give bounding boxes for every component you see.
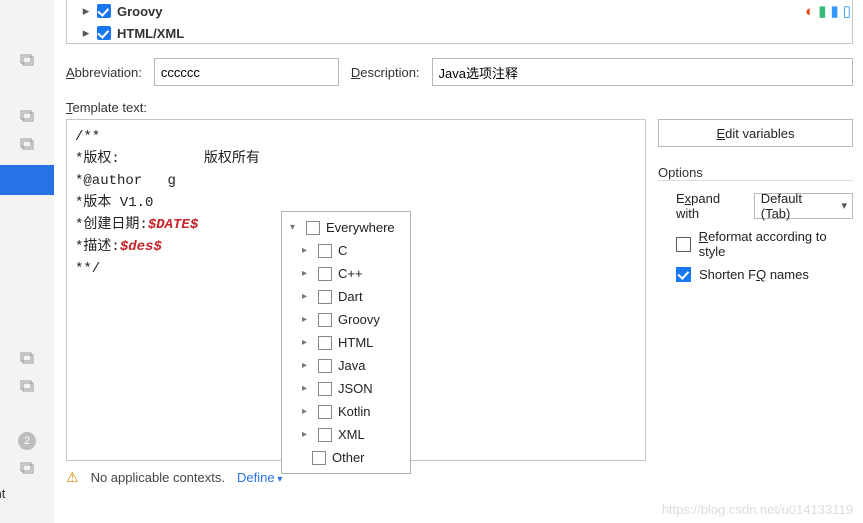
reformat-label: Reformat according to style — [699, 229, 853, 259]
ctx-label: Java — [338, 358, 365, 373]
tree-label: HTML/XML — [117, 26, 184, 41]
checkbox[interactable] — [318, 267, 332, 281]
rail-counter: 2 — [18, 432, 36, 450]
warning-icon: ⚠ — [66, 469, 79, 486]
icon-green[interactable]: ▮ — [818, 2, 826, 20]
abbrev-input[interactable] — [154, 58, 339, 86]
chevron-down-icon[interactable]: ▾ — [290, 222, 300, 233]
checkbox[interactable] — [318, 428, 332, 442]
checkbox[interactable] — [318, 244, 332, 258]
icon-red[interactable]: ◐ — [805, 3, 814, 20]
ctx-item-c[interactable]: ▸ C — [282, 239, 410, 262]
checkbox[interactable] — [306, 221, 320, 235]
context-popup[interactable]: ▾ Everywhere ▸ C ▸ C++ — [281, 211, 411, 474]
abbrev-label: Abbreviation: — [66, 65, 142, 80]
ctx-item-json[interactable]: ▸ JSON — [282, 377, 410, 400]
icon-blue[interactable]: ▮ — [830, 2, 838, 20]
chevron-right-icon[interactable]: ▸ — [302, 429, 312, 440]
ctx-label: Dart — [338, 289, 363, 304]
ctx-label: HTML — [338, 335, 373, 350]
ctx-label: C++ — [338, 266, 363, 281]
top-toolbar-icons: ◐ ▮ ▮ ▯ — [805, 0, 851, 22]
desc-label: Description: — [351, 65, 420, 80]
checkbox[interactable] — [318, 336, 332, 350]
define-link[interactable]: Define — [237, 470, 282, 485]
checkbox[interactable] — [312, 451, 326, 465]
chevron-right-icon[interactable]: ▸ — [302, 383, 312, 394]
chevron-right-icon[interactable]: ▸ — [302, 406, 312, 417]
ctx-item-everywhere[interactable]: ▾ Everywhere — [282, 216, 410, 239]
main-panel: ▸ Groovy ▸ HTML/XML ◐ ▮ ▮ ▯ Abbreviation… — [54, 0, 863, 523]
chevron-right-icon[interactable]: ▸ — [302, 245, 312, 256]
template-text-label: Template text: — [66, 100, 853, 115]
tree-label: Groovy — [117, 4, 163, 19]
ctx-label: Everywhere — [326, 220, 395, 235]
watermark: https://blog.csdn.net/u014133119 — [662, 502, 853, 517]
checkbox[interactable] — [318, 313, 332, 327]
stack-icon — [19, 52, 35, 68]
chevron-right-icon[interactable]: ▸ — [302, 360, 312, 371]
ctx-item-other[interactable]: Other — [282, 446, 410, 469]
chevron-right-icon[interactable]: ▸ — [302, 337, 312, 348]
ctx-item-java[interactable]: ▸ Java — [282, 354, 410, 377]
chevron-right-icon[interactable]: ▸ — [302, 291, 312, 302]
icon-blue2[interactable]: ▯ — [843, 2, 851, 20]
edit-variables-button[interactable]: Edit variables — [658, 119, 853, 147]
shorten-row[interactable]: Shorten FQ names — [658, 267, 853, 282]
desc-input[interactable] — [432, 58, 853, 86]
checkbox[interactable] — [318, 359, 332, 373]
options-heading: Options — [658, 165, 853, 181]
checkbox[interactable] — [318, 405, 332, 419]
tree-row-groovy[interactable]: ▸ Groovy — [75, 0, 844, 22]
ctx-item-cpp[interactable]: ▸ C++ — [282, 262, 410, 285]
reformat-checkbox[interactable] — [676, 237, 691, 252]
template-tree[interactable]: ▸ Groovy ▸ HTML/XML — [66, 0, 853, 44]
tree-row-htmlxml[interactable]: ▸ HTML/XML — [75, 22, 844, 44]
checkbox[interactable] — [318, 382, 332, 396]
ctx-label: C — [338, 243, 347, 258]
ctx-label: XML — [338, 427, 365, 442]
shorten-checkbox[interactable] — [676, 267, 691, 282]
reformat-row[interactable]: Reformat according to style — [658, 229, 853, 259]
stack-icon — [19, 136, 35, 152]
abbrev-desc-row: Abbreviation: Description: — [66, 58, 853, 86]
stack-icon — [19, 350, 35, 366]
ctx-label: JSON — [338, 381, 373, 396]
rail-text-yment: yment — [0, 486, 5, 501]
ctx-item-kotlin[interactable]: ▸ Kotlin — [282, 400, 410, 423]
left-rail: es 2 yment ks — [0, 0, 54, 523]
stack-icon — [19, 460, 35, 476]
ctx-item-html[interactable]: ▸ HTML — [282, 331, 410, 354]
expand-with-row: Expand with Default (Tab) — [658, 191, 853, 221]
ctx-label: Kotlin — [338, 404, 371, 419]
ctx-label: Groovy — [338, 312, 380, 327]
chevron-right-icon[interactable]: ▸ — [81, 6, 91, 16]
right-column: Edit variables Options Expand with Defau… — [658, 119, 853, 290]
shorten-label: Shorten FQ names — [699, 267, 809, 282]
checkbox-groovy[interactable] — [97, 4, 111, 18]
stack-icon — [19, 108, 35, 124]
checkbox-htmlxml[interactable] — [97, 26, 111, 40]
checkbox[interactable] — [318, 290, 332, 304]
stack-icon — [19, 378, 35, 394]
ctx-item-xml[interactable]: ▸ XML — [282, 423, 410, 446]
expand-with-label: Expand with — [676, 191, 746, 221]
ctx-item-groovy[interactable]: ▸ Groovy — [282, 308, 410, 331]
ctx-label: Other — [332, 450, 365, 465]
expand-with-select[interactable]: Default (Tab) — [754, 193, 853, 219]
warning-text: No applicable contexts. — [91, 470, 225, 485]
chevron-right-icon[interactable]: ▸ — [81, 28, 91, 38]
ctx-item-dart[interactable]: ▸ Dart — [282, 285, 410, 308]
rail-selection[interactable] — [0, 165, 54, 195]
chevron-right-icon[interactable]: ▸ — [302, 268, 312, 279]
chevron-right-icon[interactable]: ▸ — [302, 314, 312, 325]
